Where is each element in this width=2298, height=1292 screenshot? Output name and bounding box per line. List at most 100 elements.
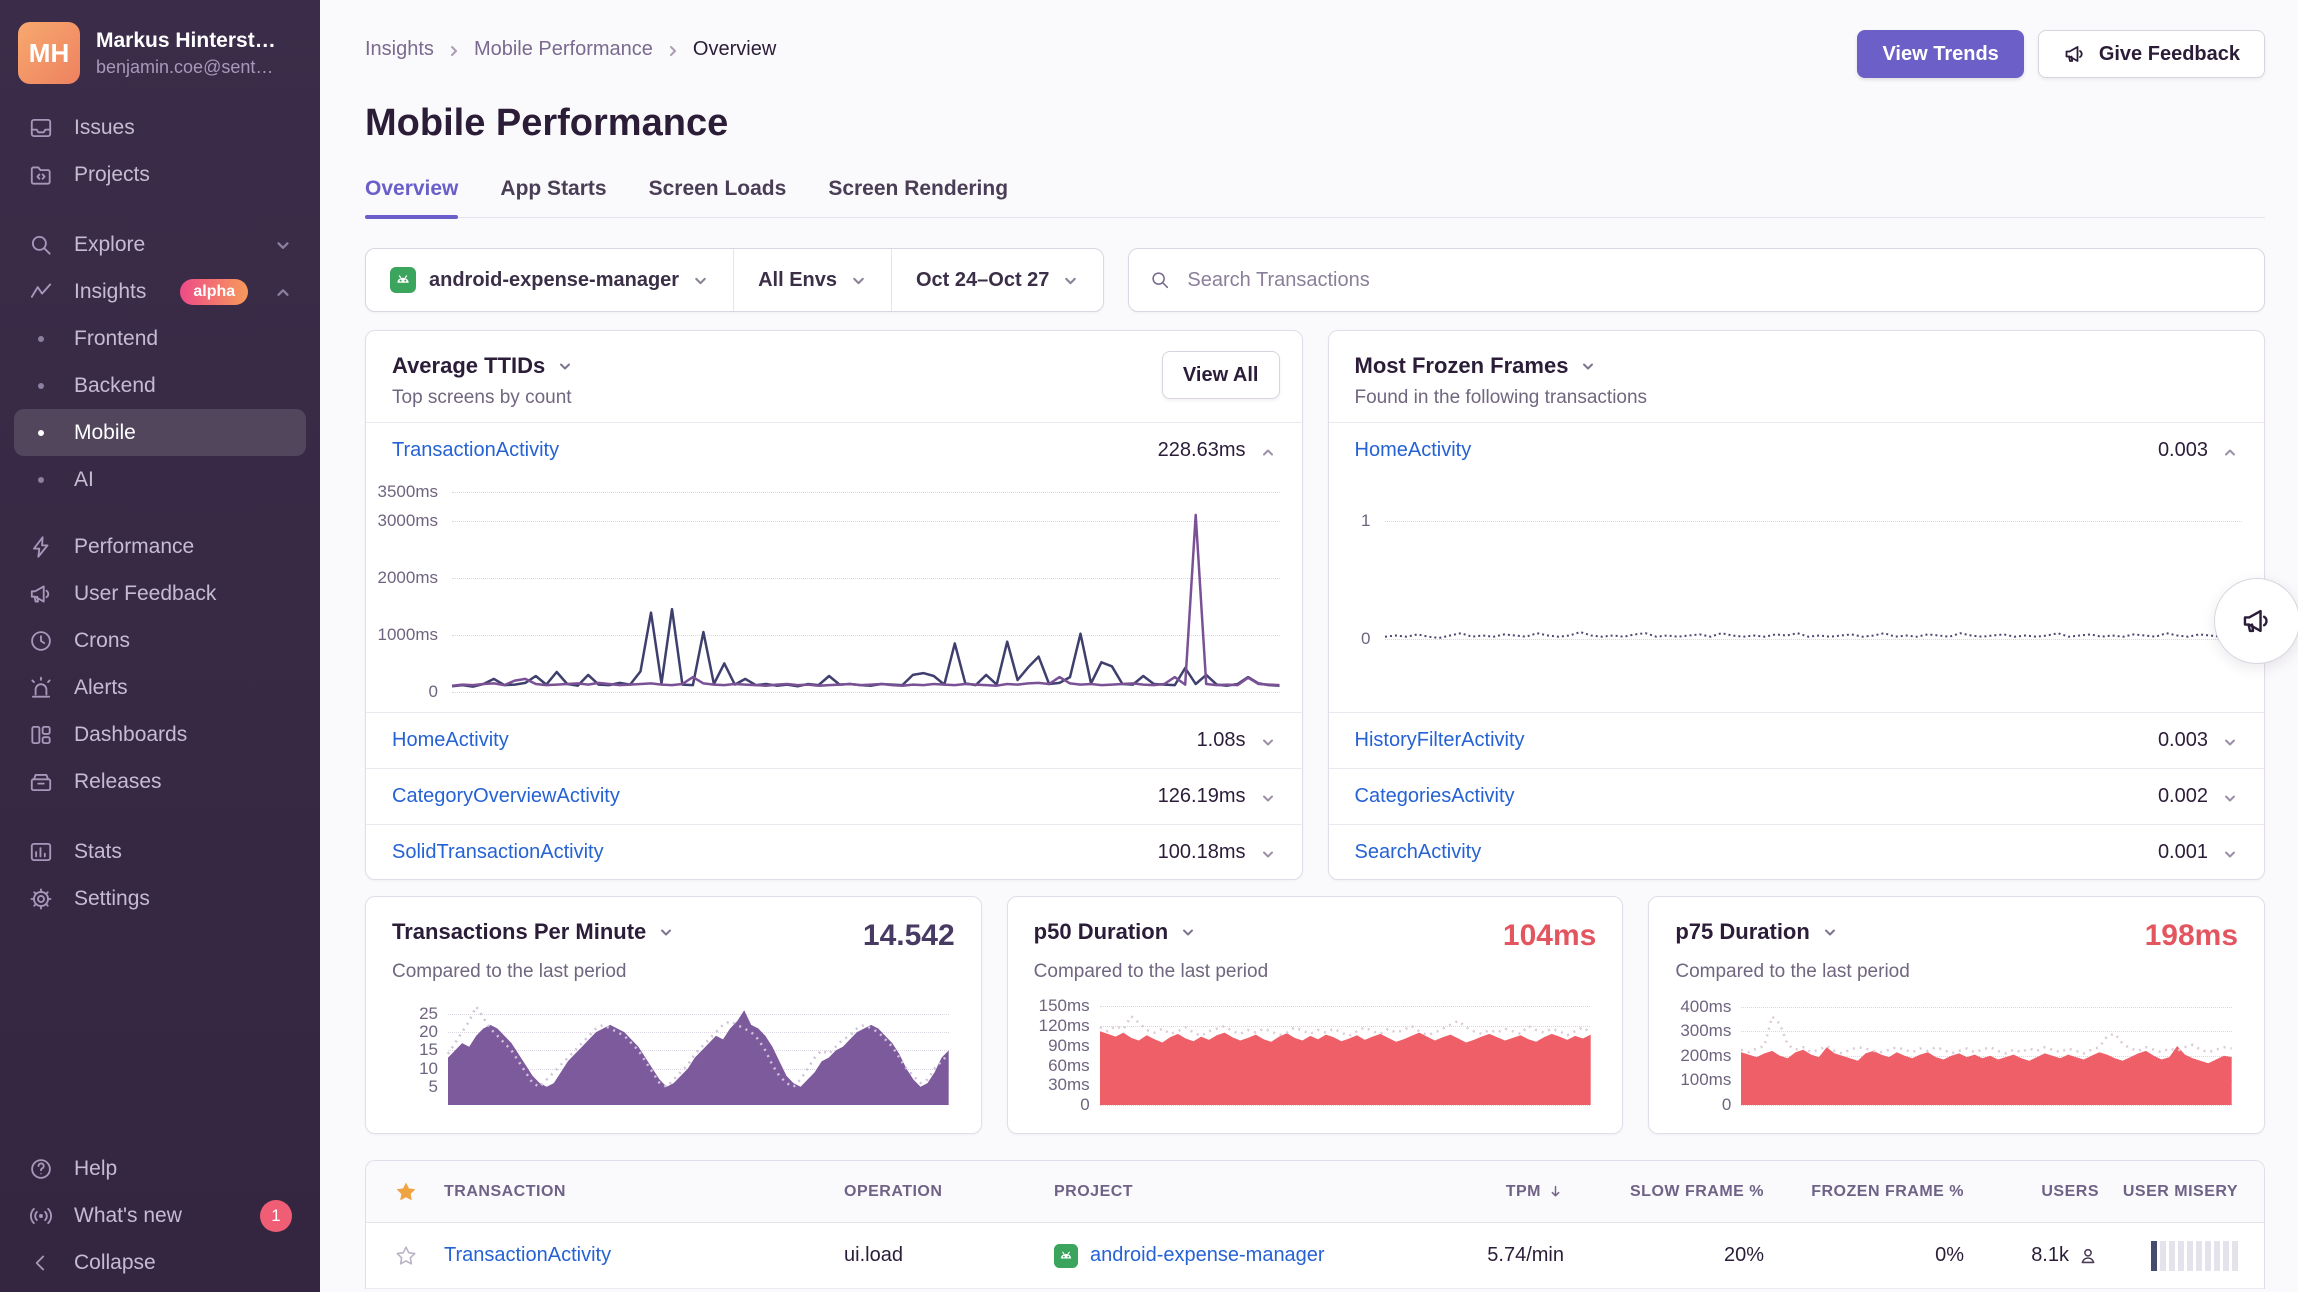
chevron-down-icon[interactable]: [1260, 733, 1276, 749]
chevron-up-icon[interactable]: [2222, 443, 2238, 459]
misery-bar: [2169, 1241, 2175, 1271]
chart-plot-area: [452, 492, 1280, 692]
col-transaction[interactable]: Transaction: [444, 1183, 844, 1201]
y-axis-labels: 150ms120ms90ms60ms30ms0: [1034, 1003, 1100, 1105]
sidebar-item-settings[interactable]: Settings: [14, 875, 306, 922]
transaction-link[interactable]: CategoryOverviewActivity: [392, 785, 620, 808]
frozen-value: 0.002: [2158, 785, 2208, 808]
alpha-badge: alpha: [180, 279, 248, 305]
project-selector[interactable]: android-expense-manager: [366, 249, 733, 311]
tab-screen-loads[interactable]: Screen Loads: [649, 177, 787, 217]
chevron-down-icon[interactable]: [1260, 845, 1276, 861]
chevron-up-icon[interactable]: [1260, 443, 1276, 459]
sidebar-item-crons[interactable]: Crons: [14, 617, 306, 664]
breadcrumb-overview: Overview: [693, 38, 776, 61]
transaction-link[interactable]: TransactionActivity: [392, 439, 559, 462]
sidebar-item-label: Help: [74, 1157, 117, 1181]
tab-app-starts[interactable]: App Starts: [500, 177, 606, 217]
sidebar-item-mobile[interactable]: Mobile: [14, 409, 306, 456]
chevron-down-icon[interactable]: [1822, 924, 1838, 940]
breadcrumb-insights[interactable]: Insights: [365, 38, 434, 61]
sidebar-item-stats[interactable]: Stats: [14, 828, 306, 875]
col-user-misery[interactable]: User Misery: [2099, 1183, 2238, 1201]
folder-code-icon: [28, 162, 54, 188]
sidebar-item-label: Stats: [74, 840, 122, 864]
chevron-down-icon[interactable]: [658, 924, 674, 940]
sidebar-item-user-feedback[interactable]: User Feedback: [14, 570, 306, 617]
sidebar-item-performance[interactable]: Performance: [14, 523, 306, 570]
sidebar-item-label: What's new: [74, 1204, 182, 1228]
star-outline-icon[interactable]: [394, 1244, 418, 1268]
transaction-link[interactable]: CategoriesActivity: [1355, 785, 1515, 808]
tab-screen-rendering[interactable]: Screen Rendering: [828, 177, 1008, 217]
view-trends-button[interactable]: View Trends: [1857, 30, 2023, 78]
search-transactions-input[interactable]: [1185, 268, 2244, 293]
chevron-down-icon[interactable]: [2222, 845, 2238, 861]
transaction-link[interactable]: TransactionActivity: [444, 1244, 611, 1266]
col-frozen-frame[interactable]: Frozen Frame %: [1764, 1183, 1964, 1201]
transaction-link[interactable]: HomeActivity: [392, 729, 509, 752]
metric-title: p75 Duration: [1675, 919, 1809, 945]
bullet-icon: [28, 336, 54, 342]
project-link[interactable]: android-expense-manager: [1090, 1244, 1325, 1267]
chart-plot-area: [448, 1003, 949, 1105]
col-operation[interactable]: Operation: [844, 1183, 1054, 1201]
view-all-button[interactable]: View All: [1162, 351, 1280, 399]
give-feedback-button[interactable]: Give Feedback: [2038, 30, 2265, 78]
sidebar-item-alerts[interactable]: Alerts: [14, 664, 306, 711]
search-icon: [1149, 269, 1171, 291]
axis-tick-label: 100ms: [1665, 1070, 1731, 1090]
col-users[interactable]: Users: [1964, 1183, 2099, 1201]
chevron-down-icon[interactable]: [557, 358, 573, 374]
axis-tick-label: 15: [382, 1040, 438, 1060]
tab-overview[interactable]: Overview: [365, 177, 458, 217]
misery-bar: [2151, 1241, 2157, 1271]
star-filled-icon[interactable]: [394, 1180, 418, 1204]
chevron-down-icon: [1062, 272, 1079, 289]
transaction-link[interactable]: SearchActivity: [1355, 841, 1482, 864]
date-range-selector[interactable]: Oct 24–Oct 27: [891, 249, 1103, 311]
sidebar-item-whats-new[interactable]: What's new 1: [14, 1192, 306, 1239]
sidebar-item-explore[interactable]: Explore: [14, 221, 306, 268]
transaction-link[interactable]: HomeActivity: [1355, 439, 1472, 462]
user-menu[interactable]: MH Markus Hinterst… benjamin.coe@sent…: [0, 0, 320, 100]
chevron-down-icon[interactable]: [2222, 733, 2238, 749]
panel-subtitle: Top screens by count: [392, 387, 1276, 409]
breadcrumb-mobile-performance[interactable]: Mobile Performance: [474, 38, 653, 61]
environment-selector[interactable]: All Envs: [733, 249, 891, 311]
table-header-row: Transaction Operation Project TPM Slow F…: [366, 1161, 2264, 1223]
axis-tick-label: 400ms: [1665, 997, 1731, 1017]
sidebar-item-ai[interactable]: AI: [14, 456, 306, 503]
chevron-down-icon[interactable]: [1580, 358, 1596, 374]
axis-tick-label: 0: [1665, 1095, 1731, 1115]
misery-bar: [2223, 1241, 2229, 1271]
feedback-fab-button[interactable]: [2214, 578, 2298, 664]
sidebar-item-backend[interactable]: Backend: [14, 362, 306, 409]
sidebar-item-frontend[interactable]: Frontend: [14, 315, 306, 362]
col-project[interactable]: Project: [1054, 1183, 1394, 1201]
axis-tick-label: 25: [382, 1004, 438, 1024]
sidebar-item-projects[interactable]: Projects: [14, 151, 306, 198]
chevron-down-icon[interactable]: [1260, 789, 1276, 805]
misery-bar: [2178, 1241, 2184, 1271]
transaction-link[interactable]: SolidTransactionActivity: [392, 841, 604, 864]
col-tpm[interactable]: TPM: [1394, 1183, 1564, 1201]
transaction-link[interactable]: HistoryFilterActivity: [1355, 729, 1525, 752]
sidebar-item-insights[interactable]: Insights alpha: [14, 268, 306, 315]
chevron-down-icon[interactable]: [1180, 924, 1196, 940]
misery-bar: [2196, 1241, 2202, 1271]
sidebar-item-issues[interactable]: Issues: [14, 104, 306, 151]
sidebar-collapse-button[interactable]: Collapse: [14, 1239, 306, 1286]
search-transactions-box[interactable]: [1128, 248, 2265, 312]
sidebar-item-help[interactable]: Help: [14, 1145, 306, 1192]
environment-selector-value: All Envs: [758, 269, 837, 292]
grid-line: [1100, 1105, 1591, 1106]
misery-bar: [2187, 1241, 2193, 1271]
sidebar-item-releases[interactable]: Releases: [14, 758, 306, 805]
sidebar-item-dashboards[interactable]: Dashboards: [14, 711, 306, 758]
chevron-down-icon: [850, 272, 867, 289]
col-slow-frame[interactable]: Slow Frame %: [1564, 1183, 1764, 1201]
chevron-down-icon[interactable]: [2222, 789, 2238, 805]
sidebar: MH Markus Hinterst… benjamin.coe@sent… I…: [0, 0, 320, 1292]
p50-area-chart: 150ms120ms90ms60ms30ms0: [1034, 999, 1597, 1107]
